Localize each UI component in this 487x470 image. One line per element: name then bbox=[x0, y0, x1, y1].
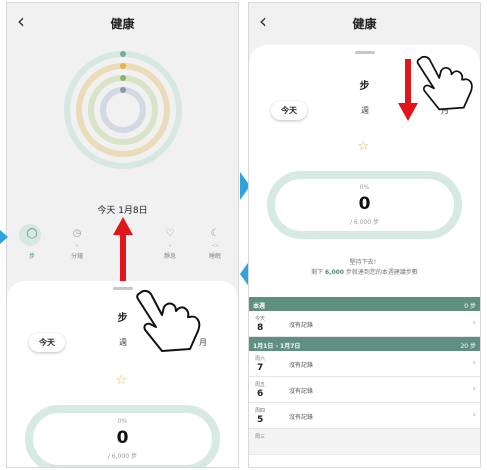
swipe-up-arrow-shaft bbox=[120, 235, 126, 281]
row-date: 7 bbox=[257, 363, 264, 373]
steps-value: 0 bbox=[116, 428, 129, 448]
right-phone-screen: ‹ 健康 步 今天 週 月 ☆ 0% 0 / 6,000 步 堅持下去！ 剩下 … bbox=[248, 2, 481, 468]
stat-heart[interactable]: ♡ - 靜息 bbox=[155, 228, 185, 260]
steps-ring-icon bbox=[120, 51, 126, 57]
swipe-up-arrow-head bbox=[113, 217, 133, 235]
moon-ring-icon bbox=[120, 87, 126, 93]
row-date: 6 bbox=[257, 389, 264, 399]
history-row[interactable]: 周五 6 沒有記錄 › bbox=[249, 377, 480, 403]
stat-sleep[interactable]: ☾ -:- 睡眠 bbox=[200, 228, 230, 260]
remaining-post: 步就達到您的本週建議步數 bbox=[343, 269, 418, 276]
row-day: 周三 bbox=[255, 434, 266, 440]
steps-progress-pill: 0% 0 / 6,000 步 bbox=[267, 171, 462, 239]
steps-goal: / 6,000 步 bbox=[107, 453, 137, 460]
timer-icon: ◷ bbox=[72, 228, 82, 239]
steps-progress-pill: 0% 0 / 6,000 步 bbox=[25, 405, 220, 467]
page-title: 健康 bbox=[110, 17, 135, 31]
heart-icon: ♡ bbox=[165, 228, 175, 239]
group-this-week: 本週 0 步 bbox=[249, 297, 480, 311]
steps-percent: 0% bbox=[359, 184, 370, 191]
group-total: 0 步 bbox=[464, 303, 476, 310]
row-desc: 沒有記錄 bbox=[289, 414, 314, 421]
group-total: 20 步 bbox=[460, 343, 476, 350]
chevron-right-icon: › bbox=[472, 384, 476, 394]
stat-minutes-unit: 分鐘 bbox=[70, 253, 83, 260]
pointer-hand-icon bbox=[136, 289, 201, 352]
tab-today[interactable]: 今天 bbox=[29, 333, 65, 352]
chevron-right-icon: › bbox=[472, 358, 476, 368]
row-day: 周六 bbox=[255, 356, 266, 362]
sleep-ring bbox=[100, 87, 146, 133]
stat-sleep-unit: 睡眠 bbox=[208, 253, 221, 260]
row-date: 5 bbox=[257, 415, 264, 425]
swipe-down-arrow-shaft bbox=[405, 59, 411, 105]
history-row[interactable]: 今天 8 沒有記錄 › bbox=[249, 311, 480, 337]
activity-rings[interactable] bbox=[7, 43, 239, 183]
row-desc: 沒有記錄 bbox=[289, 388, 314, 395]
flame-ring-icon bbox=[120, 75, 126, 81]
tutorial-composite: ‹ 健康 今天 1月8日 ◯ - 步 ◷ - 分鐘 bbox=[0, 0, 487, 470]
remaining-value: 6,000 bbox=[325, 269, 344, 276]
row-desc: 沒有記錄 bbox=[289, 322, 314, 329]
group-label: 本週 bbox=[253, 303, 266, 310]
minutes-ring-icon bbox=[120, 63, 126, 69]
page-title: 健康 bbox=[352, 17, 377, 31]
stat-steps-unit: 步 bbox=[28, 253, 35, 260]
history-row[interactable]: 周四 5 沒有記錄 › bbox=[249, 403, 480, 429]
group-label: 1月1日 - 1月7日 bbox=[253, 343, 301, 350]
drag-handle[interactable] bbox=[354, 51, 375, 54]
stat-heart-unit: 靜息 bbox=[163, 253, 176, 260]
row-day: 周四 bbox=[255, 408, 266, 414]
remaining-steps-text: 剩下 6,000 步就達到您的本週建議步數 bbox=[249, 267, 480, 276]
stat-minutes[interactable]: ◷ - 分鐘 bbox=[62, 228, 92, 260]
row-day: 周五 bbox=[255, 382, 266, 388]
app-header: ‹ 健康 bbox=[7, 3, 238, 43]
app-header: ‹ 健康 bbox=[249, 3, 480, 43]
tab-week[interactable]: 週 bbox=[119, 337, 127, 348]
stat-sleep-value: -:- bbox=[211, 242, 219, 249]
group-previous-week: 1月1日 - 1月7日 20 步 bbox=[249, 337, 480, 351]
star-icon: ☆ bbox=[115, 373, 128, 388]
star-icon: ☆ bbox=[357, 139, 370, 154]
left-pointer-triangle bbox=[0, 230, 8, 244]
row-desc: 沒有記錄 bbox=[289, 362, 314, 369]
stat-steps[interactable]: ◯ - 步 bbox=[17, 224, 47, 260]
steps-percent: 0% bbox=[117, 418, 128, 425]
moon-icon: ☾ bbox=[210, 228, 220, 239]
history-row-partial[interactable]: 周三 bbox=[249, 429, 480, 455]
steps-ring bbox=[64, 51, 182, 169]
left-phone-screen: ‹ 健康 今天 1月8日 ◯ - 步 ◷ - 分鐘 bbox=[6, 2, 239, 468]
tab-today[interactable]: 今天 bbox=[271, 101, 307, 120]
chevron-right-icon: › bbox=[472, 318, 476, 328]
history-row[interactable]: 周六 7 沒有記錄 › bbox=[249, 351, 480, 377]
encouragement-text: 堅持下去！ bbox=[349, 259, 380, 266]
row-day: 今天 bbox=[255, 316, 266, 322]
steps-value: 0 bbox=[358, 194, 371, 214]
remaining-pre: 剩下 bbox=[311, 269, 325, 276]
stat-minutes-value: - bbox=[75, 242, 79, 249]
tab-week[interactable]: 週 bbox=[361, 105, 369, 116]
chevron-right-icon: › bbox=[472, 410, 476, 420]
drag-handle[interactable] bbox=[112, 287, 133, 290]
steps-icon: ◯ bbox=[26, 228, 38, 239]
stat-heart-value: - bbox=[168, 242, 172, 249]
row-date: 8 bbox=[257, 323, 264, 333]
date-label: 今天 1月8日 bbox=[97, 206, 148, 216]
steps-goal: / 6,000 步 bbox=[349, 219, 379, 226]
pointer-hand-icon bbox=[416, 55, 473, 111]
